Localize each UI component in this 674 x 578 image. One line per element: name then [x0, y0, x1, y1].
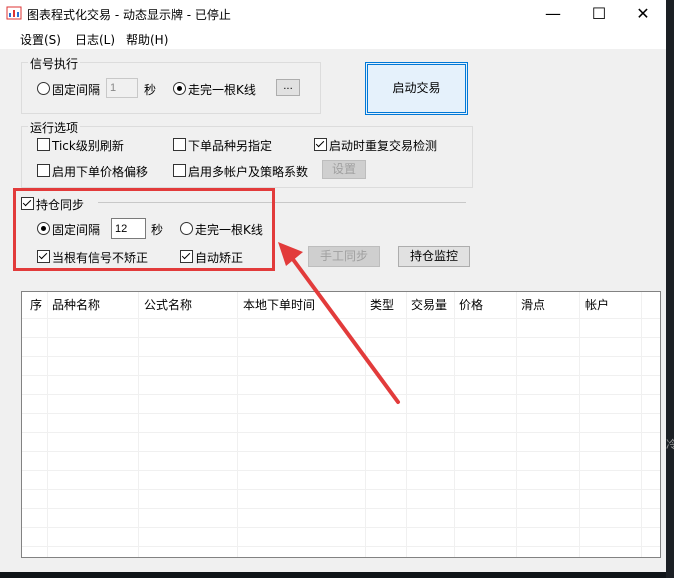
annotation-arrow: [278, 242, 400, 404]
